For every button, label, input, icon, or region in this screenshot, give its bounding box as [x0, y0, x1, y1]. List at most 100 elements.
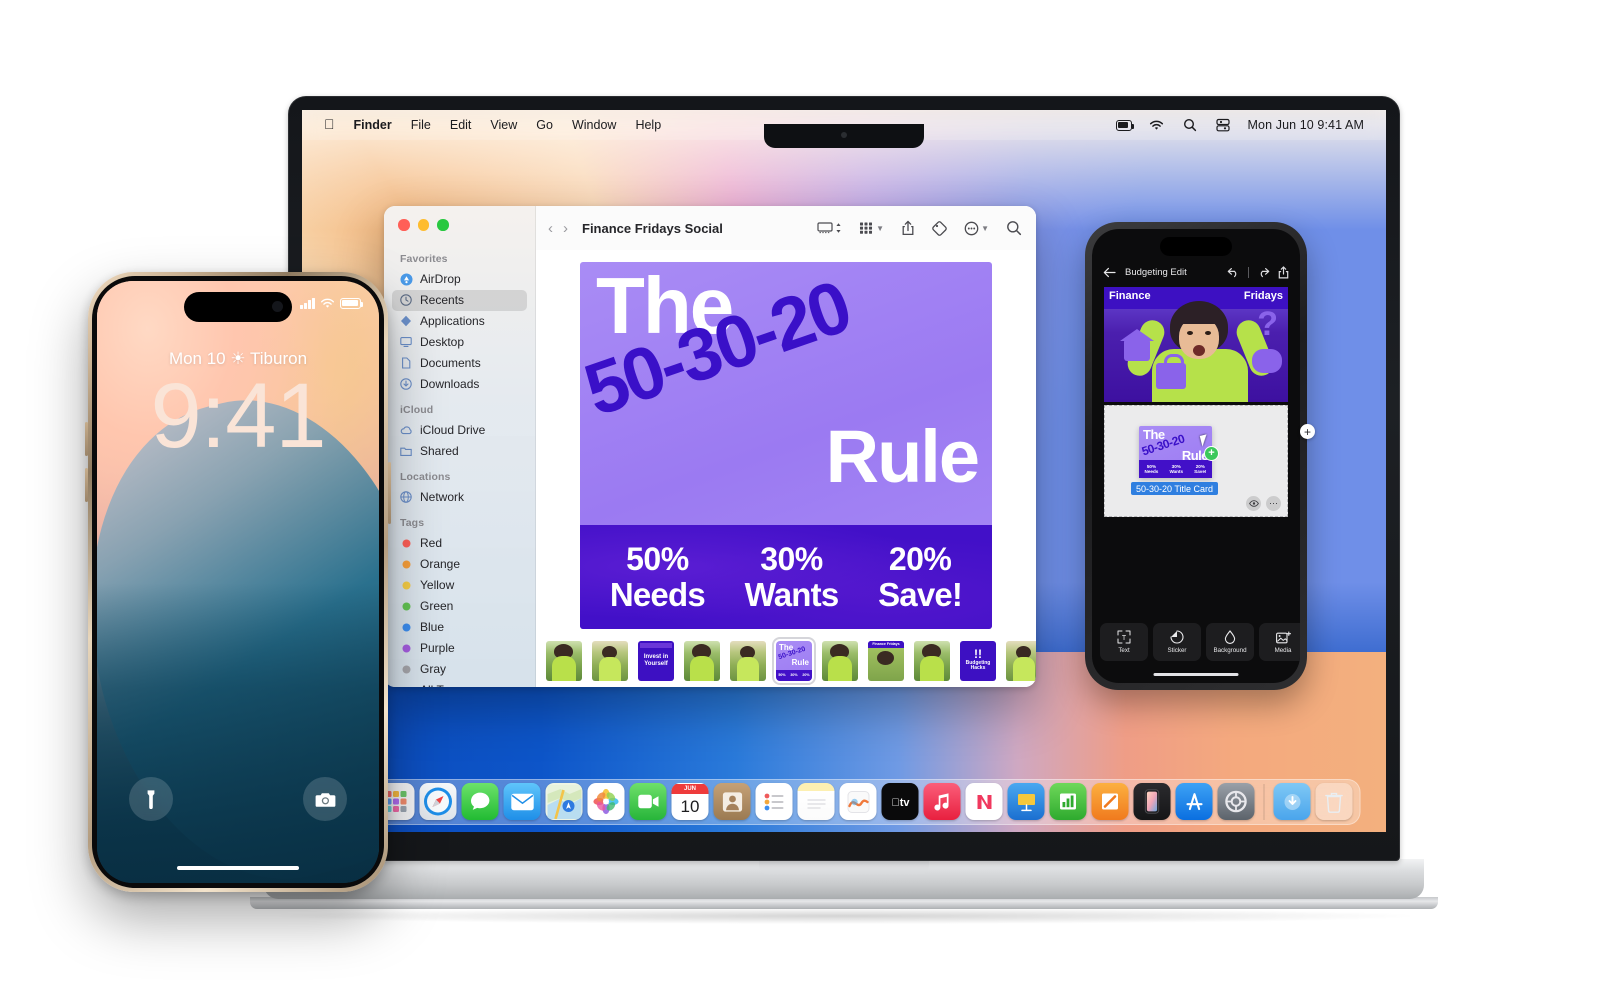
finder-filmstrip[interactable]: Invest in Yourself The 50-30-20 Rule 50% — [536, 635, 1036, 687]
control-center-icon[interactable] — [1215, 117, 1231, 133]
group-by-icon[interactable]: ▼ — [859, 221, 884, 235]
dock-item-calendar[interactable]: JUN 10 — [671, 783, 709, 820]
search-icon[interactable] — [1182, 117, 1198, 133]
minimize-button[interactable] — [417, 219, 429, 231]
filmstrip-thumbnail[interactable] — [592, 641, 628, 681]
dock-item-apple-tv[interactable]: tv — [881, 783, 919, 820]
macos-dock[interactable]: JUN 10 tv — [327, 779, 1361, 825]
sidebar-item-all-tags[interactable]: All Tags… — [392, 680, 527, 687]
add-slide-button[interactable]: + — [1300, 424, 1315, 439]
dock-item-photos[interactable] — [587, 783, 625, 820]
view-mode-icon[interactable] — [817, 221, 842, 235]
dock-item-trash[interactable] — [1315, 783, 1353, 820]
sidebar-item-tag-purple[interactable]: Purple — [392, 638, 527, 659]
tool-text[interactable]: T Text — [1100, 623, 1148, 661]
share-icon[interactable] — [1278, 265, 1289, 279]
sidebar-item-network[interactable]: Network — [392, 487, 527, 508]
more-options-icon[interactable]: ⋯ — [1266, 496, 1281, 511]
dock-item-freeform[interactable] — [839, 783, 877, 820]
menu-item-edit[interactable]: Edit — [450, 118, 472, 132]
filmstrip-thumbnail[interactable] — [914, 641, 950, 681]
menu-bar-clock[interactable]: Mon Jun 10 9:41 AM — [1248, 118, 1364, 132]
editor-drop-canvas[interactable]: The 50-30-20 Rule 50% Needs 30% Wants 20% S… — [1104, 405, 1288, 517]
sidebar-item-documents[interactable]: Documents — [392, 353, 527, 374]
dock-item-notes[interactable] — [797, 783, 835, 820]
dock-item-system-settings[interactable] — [1217, 783, 1255, 820]
undo-icon[interactable] — [1227, 267, 1240, 278]
sidebar-item-tag-blue[interactable]: Blue — [392, 617, 527, 638]
menu-item-view[interactable]: View — [490, 118, 517, 132]
iphone-lock-screen[interactable]: Mon 10 ☀ Tiburon 9:41 — [97, 281, 379, 883]
sidebar-item-recents[interactable]: Recents — [392, 289, 527, 311]
dock-item-reminders[interactable] — [755, 783, 793, 820]
dock-item-iphone-mirroring[interactable] — [1133, 783, 1171, 820]
search-icon[interactable] — [1006, 220, 1022, 236]
dock-item-app-store[interactable] — [1175, 783, 1213, 820]
dock-item-keynote[interactable] — [1007, 783, 1045, 820]
flashlight-button[interactable] — [129, 777, 173, 821]
sidebar-item-shared[interactable]: Shared — [392, 441, 527, 462]
dock-item-mail[interactable] — [503, 783, 541, 820]
dock-item-music[interactable] — [923, 783, 961, 820]
filmstrip-thumbnail[interactable]: Invest in Yourself — [638, 641, 674, 681]
side-button[interactable] — [388, 462, 391, 524]
sidebar-item-icloud-drive[interactable]: iCloud Drive — [392, 420, 527, 441]
dock-item-news[interactable] — [965, 783, 1003, 820]
camera-button[interactable] — [303, 777, 347, 821]
apple-logo-icon[interactable]:  — [324, 117, 335, 131]
dock-item-messages[interactable] — [461, 783, 499, 820]
back-arrow-icon[interactable] — [1103, 267, 1116, 278]
sidebar-item-tag-red[interactable]: Red — [392, 533, 527, 554]
finder-window[interactable]: Favorites AirDrop Recents Applications D… — [384, 206, 1036, 687]
volume-up-button[interactable] — [85, 422, 88, 456]
sidebar-item-desktop[interactable]: Desktop — [392, 332, 527, 353]
tag-icon[interactable] — [932, 220, 947, 236]
sidebar-item-downloads[interactable]: Downloads — [392, 374, 527, 395]
dock-item-facetime[interactable] — [629, 783, 667, 820]
redo-icon[interactable] — [1257, 267, 1270, 278]
menu-item-help[interactable]: Help — [635, 118, 661, 132]
editor-photo-slide[interactable]: Finance Fridays ? — [1104, 287, 1288, 402]
close-button[interactable] — [398, 219, 410, 231]
more-actions-icon[interactable]: ▼ — [964, 221, 989, 236]
preview-eye-icon[interactable] — [1246, 496, 1261, 511]
zoom-button[interactable] — [437, 219, 449, 231]
filmstrip-thumbnail[interactable] — [730, 641, 766, 681]
back-button[interactable]: ‹ — [548, 220, 553, 237]
dock-item-maps[interactable] — [545, 783, 583, 820]
filmstrip-thumbnail[interactable]: !! Budgeting Hacks — [960, 641, 996, 681]
sidebar-item-tag-green[interactable]: Green — [392, 596, 527, 617]
sidebar-item-tag-orange[interactable]: Orange — [392, 554, 527, 575]
filmstrip-thumbnail[interactable]: Finance Fridays — [868, 641, 904, 681]
dock-item-numbers[interactable] — [1049, 783, 1087, 820]
share-icon[interactable] — [901, 220, 915, 236]
tool-background[interactable]: Background — [1206, 623, 1254, 661]
sidebar-item-label: Red — [420, 536, 443, 550]
tool-sticker[interactable]: Sticker — [1153, 623, 1201, 661]
lockscreen-clock: 9:41 — [150, 365, 326, 467]
sidebar-item-tag-yellow[interactable]: Yellow — [392, 575, 527, 596]
sidebar-item-applications[interactable]: Applications — [392, 311, 527, 332]
sidebar-item-airdrop[interactable]: AirDrop — [392, 269, 527, 290]
dock-item-safari[interactable] — [419, 783, 457, 820]
menu-item-file[interactable]: File — [411, 118, 431, 132]
battery-icon[interactable] — [1115, 117, 1135, 133]
dock-item-pages[interactable] — [1091, 783, 1129, 820]
editor-tool-bar[interactable]: T Text Sticker Background Media Sh — [1100, 623, 1300, 661]
menu-item-finder[interactable]: Finder — [354, 118, 392, 132]
wifi-icon[interactable] — [1149, 117, 1165, 133]
filmstrip-thumbnail[interactable] — [822, 641, 858, 681]
filmstrip-thumbnail-selected[interactable]: The 50-30-20 Rule 50% 30% 20% — [772, 637, 816, 685]
volume-down-button[interactable] — [85, 468, 88, 502]
dock-item-downloads-folder[interactable] — [1273, 783, 1311, 820]
filmstrip-thumbnail[interactable] — [684, 641, 720, 681]
filmstrip-thumbnail[interactable] — [1006, 641, 1036, 681]
forward-button[interactable]: › — [563, 220, 568, 237]
menu-item-window[interactable]: Window — [572, 118, 616, 132]
filmstrip-thumbnail[interactable] — [546, 641, 582, 681]
dragged-title-card[interactable]: The 50-30-20 Rule 50% Needs 30% Wants 20% S… — [1139, 426, 1219, 478]
sidebar-item-tag-gray[interactable]: Gray — [392, 659, 527, 680]
dock-item-contacts[interactable] — [713, 783, 751, 820]
tool-media[interactable]: Media — [1259, 623, 1300, 661]
menu-item-go[interactable]: Go — [536, 118, 553, 132]
